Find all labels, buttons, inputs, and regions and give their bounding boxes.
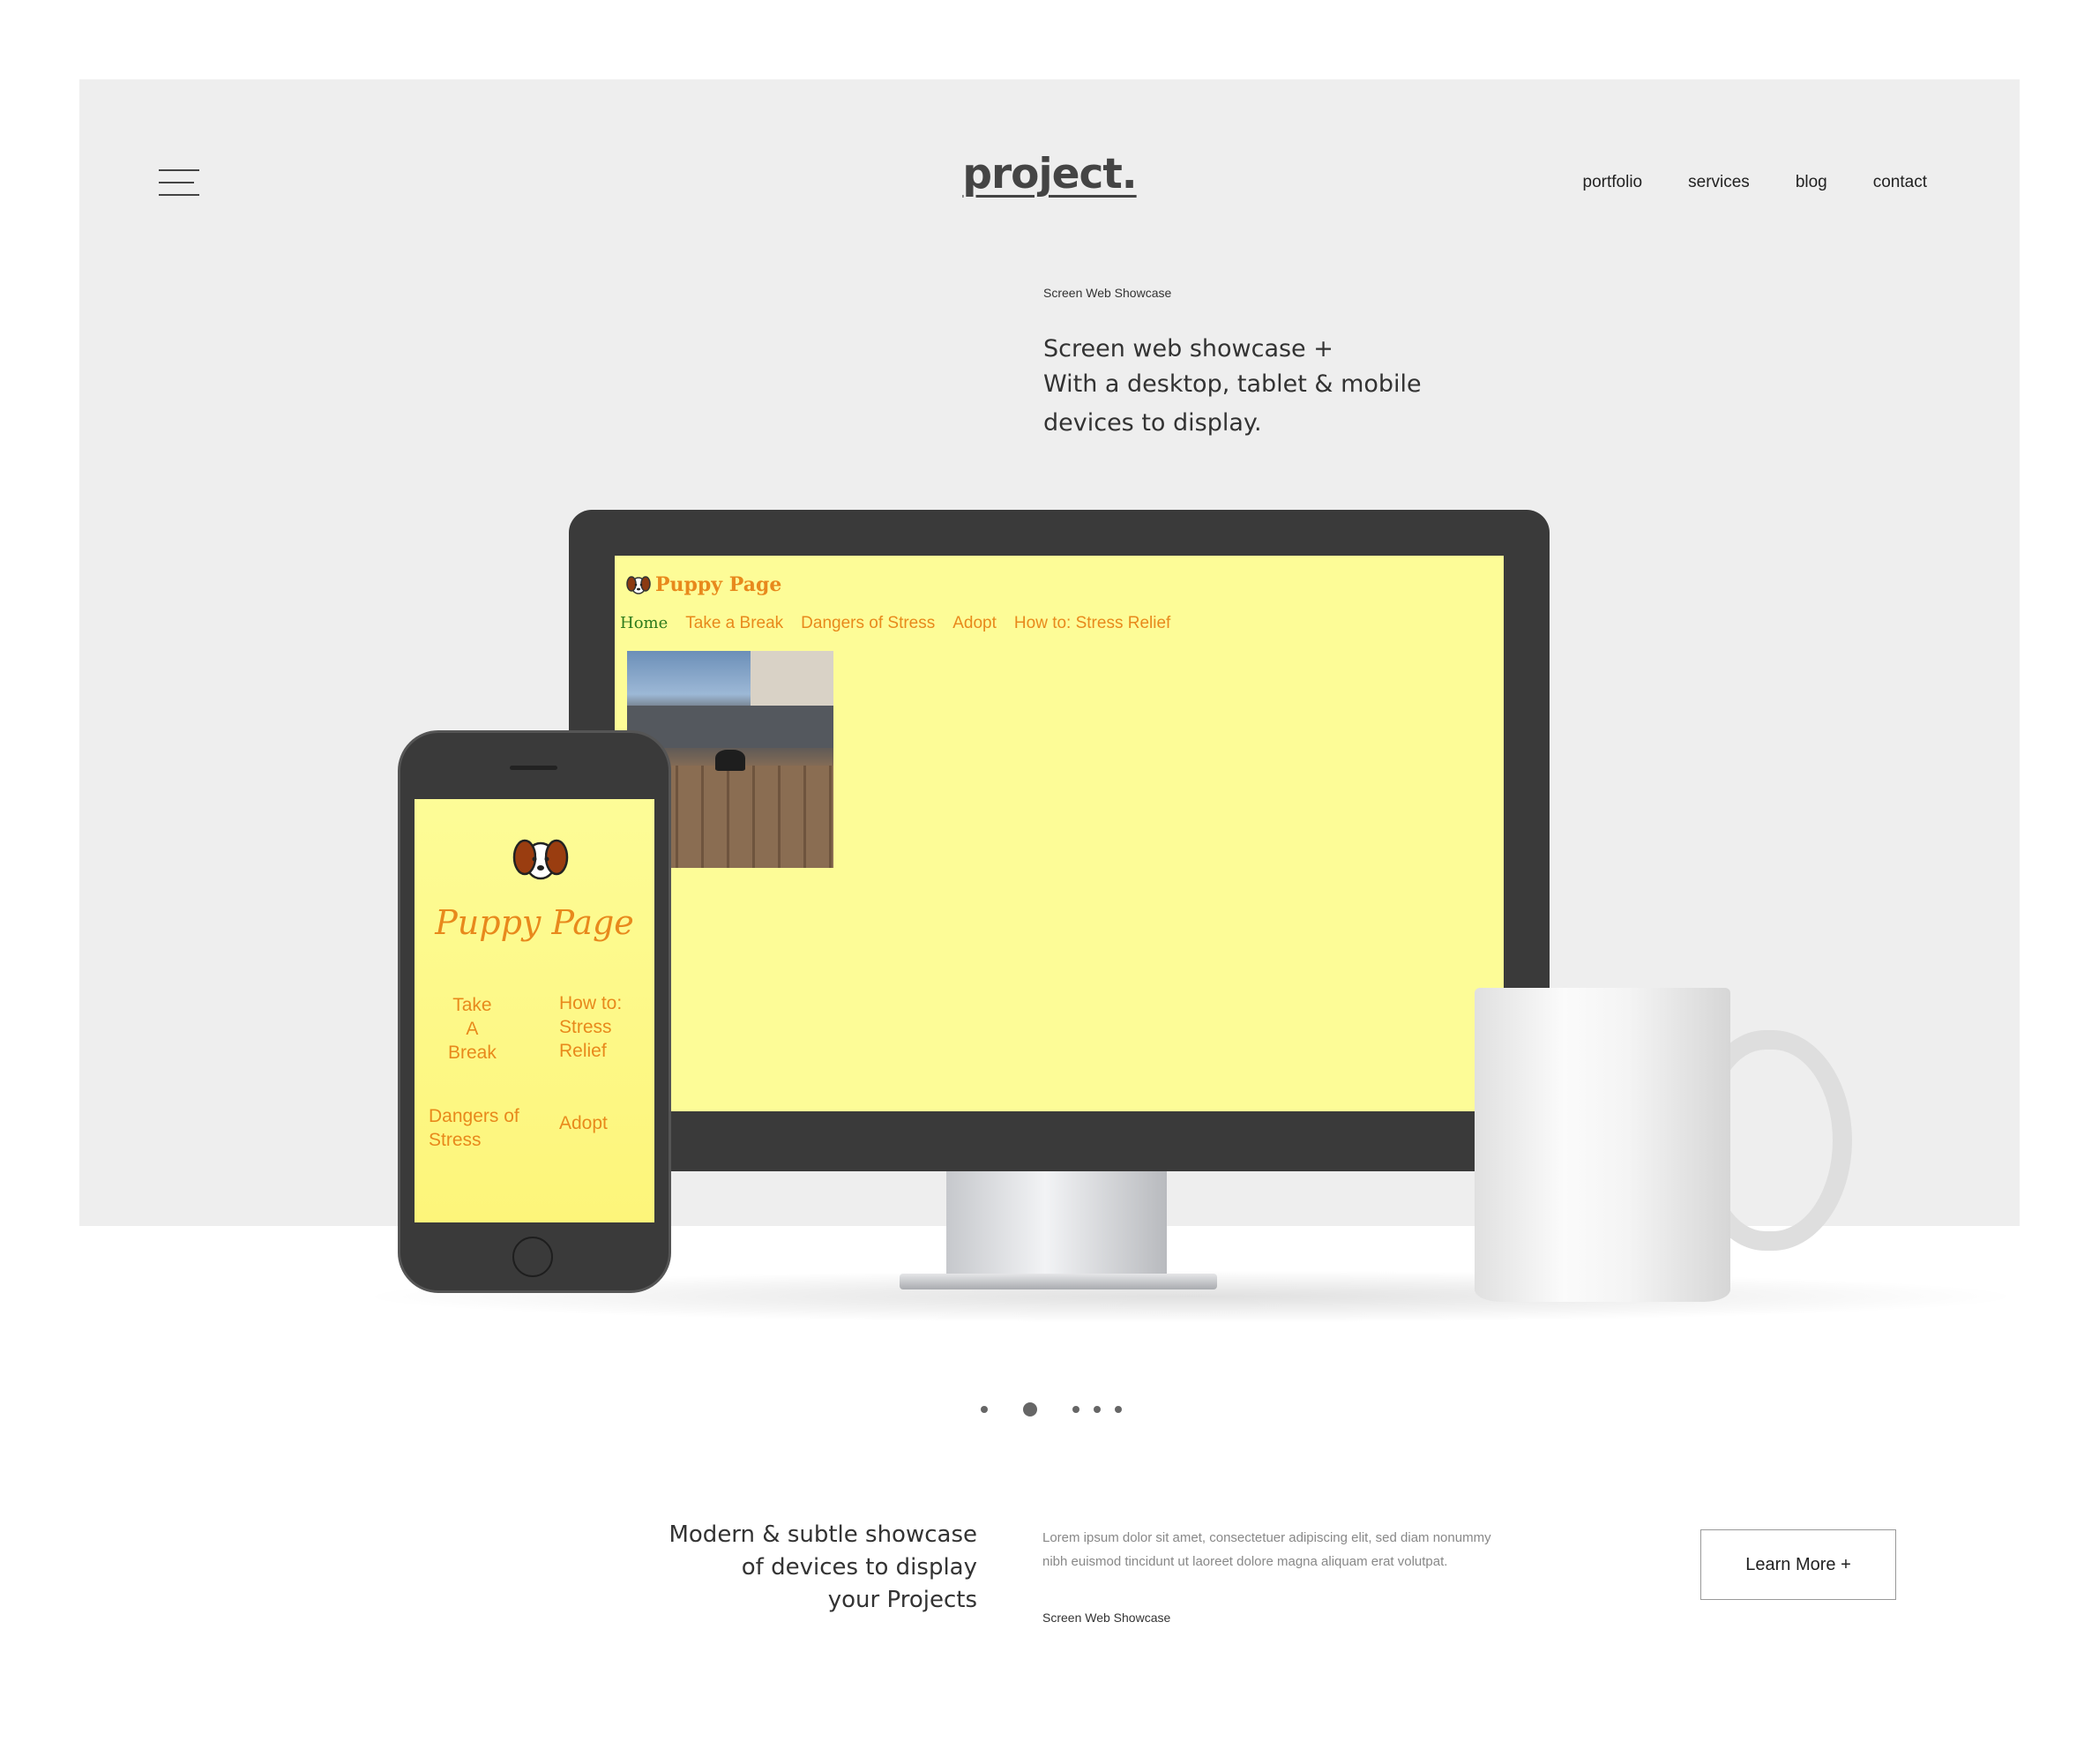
mobile-link-adopt[interactable]: Adopt [559, 1111, 608, 1135]
section-eyebrow: Screen Web Showcase [1042, 1611, 1171, 1625]
pager-dot[interactable] [981, 1406, 988, 1413]
section-tagline: Modern & subtle showcase of devices to d… [669, 1519, 977, 1617]
desktop-nav-home[interactable]: Home [620, 614, 668, 633]
carousel-pager [970, 1401, 1129, 1418]
puppy-icon [626, 576, 651, 594]
tagline-line: Modern & subtle showcase [669, 1521, 977, 1548]
pager-dot[interactable] [1115, 1406, 1122, 1413]
mobile-link-take-a-break[interactable]: Take A Break [448, 993, 497, 1065]
link-text: Stress [429, 1130, 482, 1150]
desktop-nav-take-a-break[interactable]: Take a Break [685, 614, 783, 633]
coffee-mug [1475, 988, 1730, 1302]
nav-blog[interactable]: blog [1796, 173, 1827, 192]
learn-more-button[interactable]: Learn More + [1700, 1529, 1896, 1600]
pager-dot[interactable] [1072, 1406, 1079, 1413]
hero-line: With a desktop, tablet & mobile [1043, 370, 1422, 398]
link-text: Stress [559, 1017, 612, 1037]
mobile-screen: Puppy Page Take A Break How to: Stress R… [415, 799, 654, 1222]
pager-dot[interactable] [1094, 1406, 1101, 1413]
puppy-icon [512, 839, 569, 880]
link-text: A [466, 1019, 479, 1039]
monitor-stand [946, 1170, 1167, 1282]
hero-heading: Screen web showcase + With a desktop, ta… [1043, 332, 1422, 441]
phone-home-button [512, 1237, 553, 1277]
mobile-site-title[interactable]: Puppy Page [415, 903, 654, 942]
tagline-line: your Projects [827, 1587, 977, 1613]
section-description: Lorem ipsum dolor sit amet, consectetuer… [1042, 1526, 1519, 1573]
hero-eyebrow: Screen Web Showcase [1043, 286, 1172, 300]
mobile-link-howto[interactable]: How to: Stress Relief [559, 991, 622, 1063]
hero-line: devices to display. [1043, 409, 1262, 437]
main-nav: portfolio services blog contact [1583, 173, 1927, 192]
nav-services[interactable]: services [1688, 173, 1750, 192]
desktop-nav-howto[interactable]: How to: Stress Relief [1014, 614, 1170, 633]
nav-portfolio[interactable]: portfolio [1583, 173, 1643, 192]
desktop-nav-dangers[interactable]: Dangers of Stress [801, 614, 935, 633]
link-text: Relief [559, 1041, 607, 1061]
desktop-site-title-text: Puppy Page [655, 573, 782, 596]
hero-line: Screen web showcase + [1043, 335, 1333, 363]
desktop-site-title[interactable]: Puppy Page [625, 573, 781, 596]
monitor-stand-base [900, 1274, 1217, 1289]
description-line: Lorem ipsum dolor sit amet, consectetuer… [1042, 1530, 1491, 1545]
pager-dot-active[interactable] [1023, 1402, 1037, 1416]
desktop-nav-adopt[interactable]: Adopt [952, 614, 997, 633]
description-line: nibh euismod tincidunt ut laoreet dolore… [1042, 1554, 1448, 1569]
link-text: Take [452, 995, 492, 1015]
mobile-link-dangers[interactable]: Dangers of Stress [429, 1104, 519, 1152]
nav-contact[interactable]: contact [1873, 173, 1927, 192]
desktop-site-nav: Home Take a Break Dangers of Stress Adop… [620, 614, 1170, 633]
link-text: Dangers of [429, 1106, 519, 1126]
tagline-line: of devices to display [741, 1554, 977, 1581]
link-text: Break [448, 1043, 497, 1063]
desktop-screen: Puppy Page Home Take a Break Dangers of … [615, 556, 1504, 1111]
phone-speaker [510, 766, 557, 770]
link-text: How to: [559, 993, 623, 1013]
